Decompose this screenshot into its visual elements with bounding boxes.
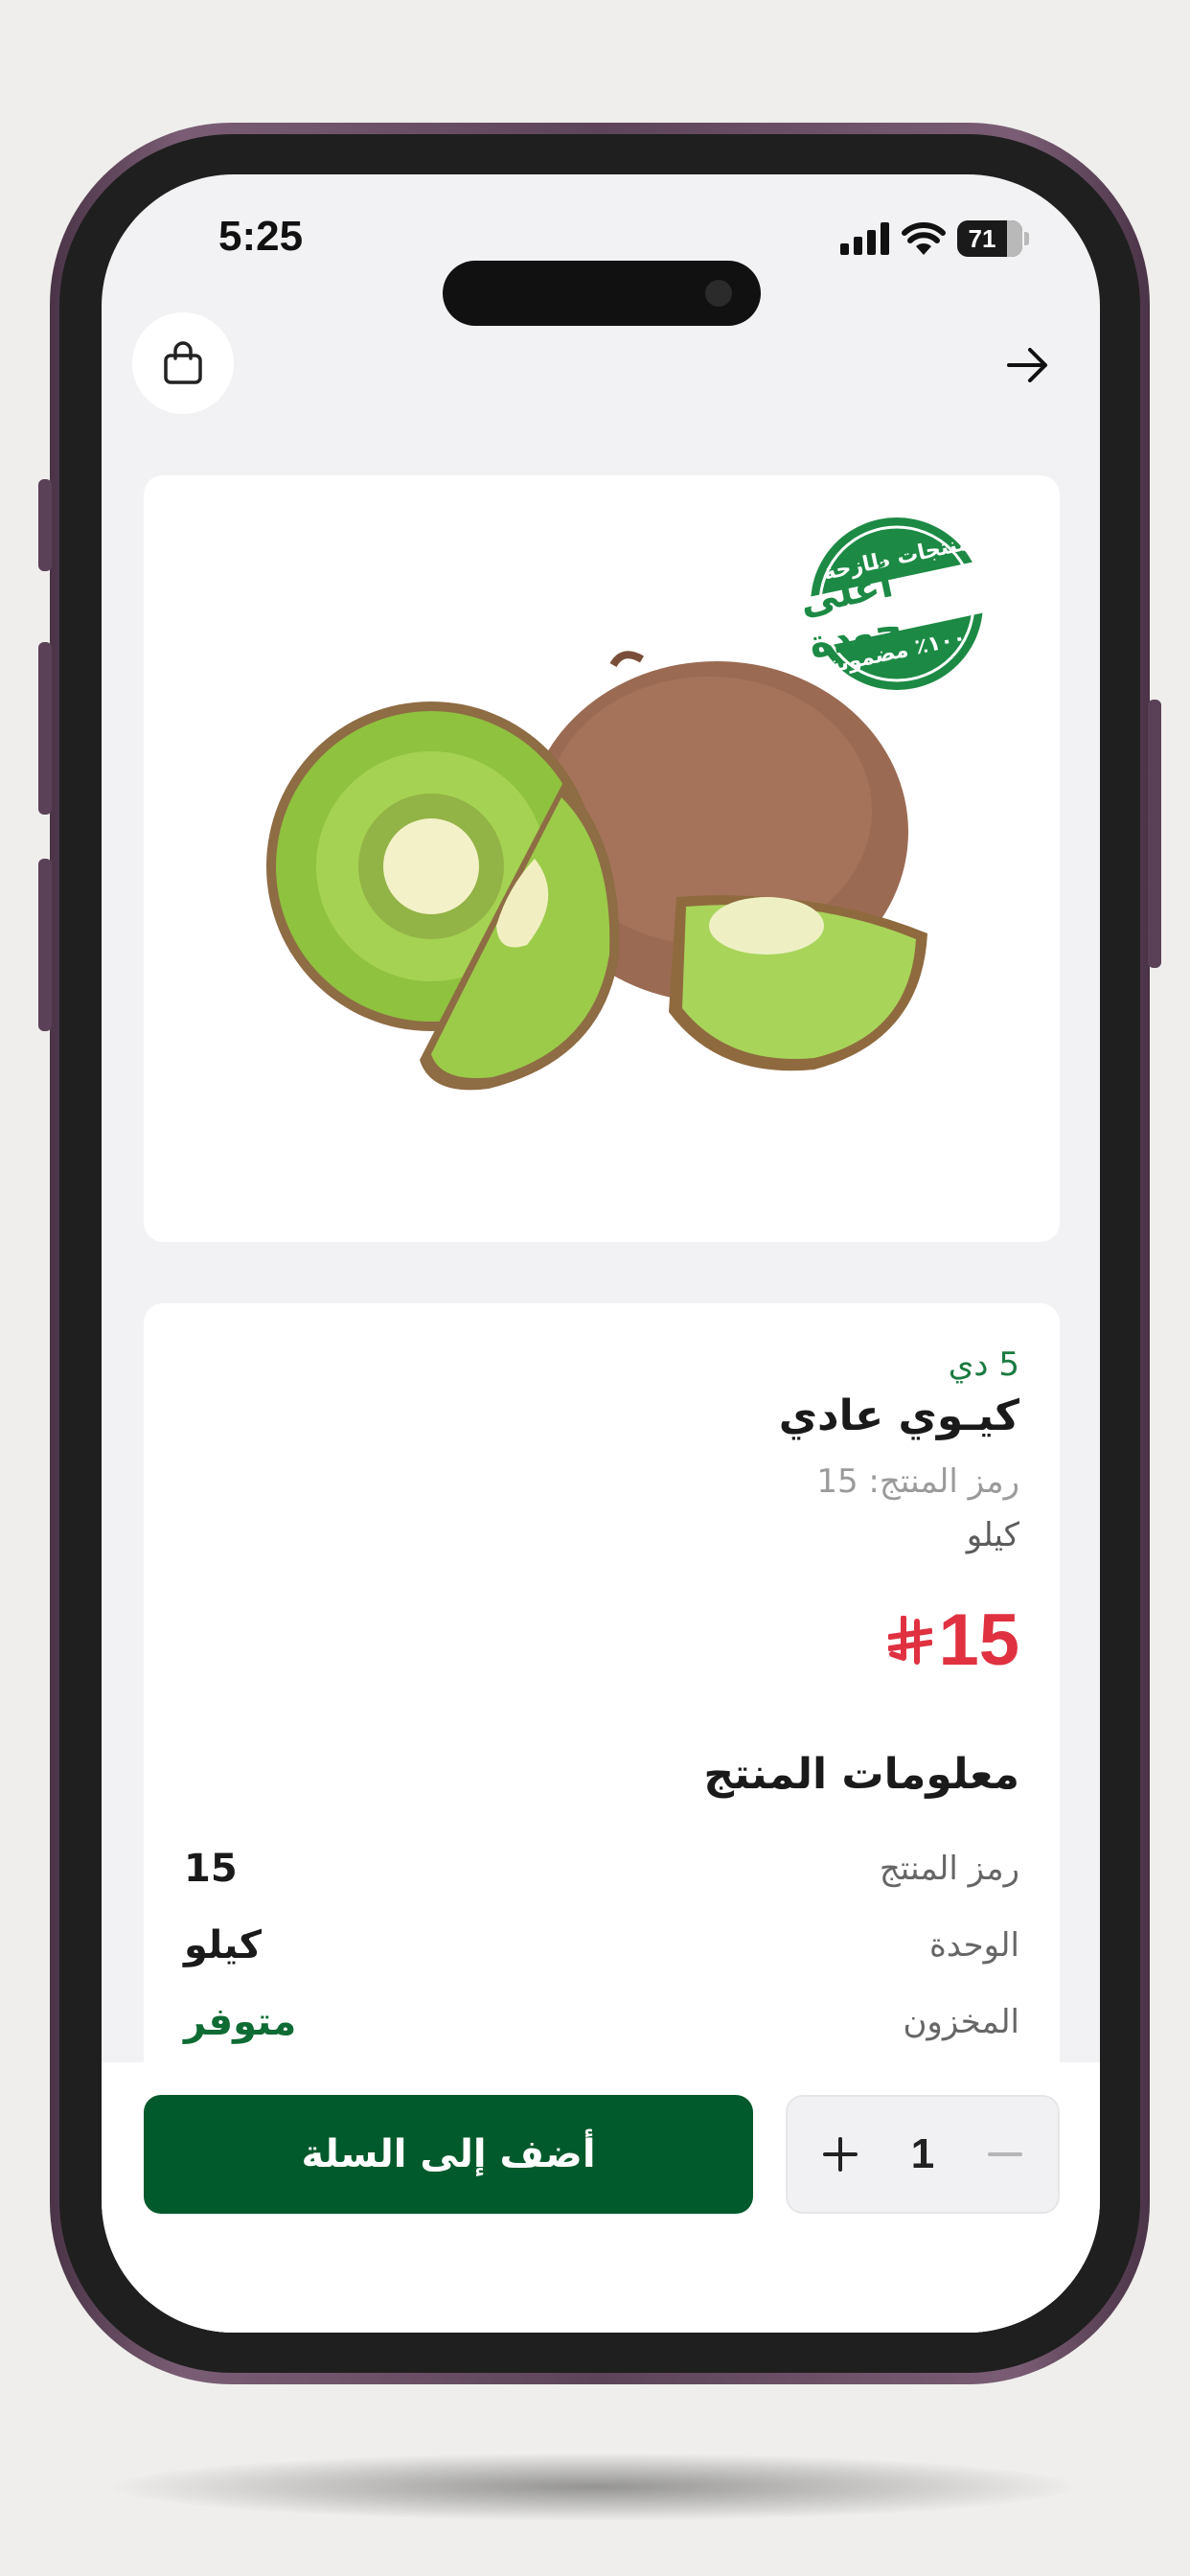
info-value: 15 (184, 1847, 238, 1891)
arrow-right-icon (1007, 348, 1047, 382)
app-screen: 5:25 71 منتجات طازجة أعلى جودة ١٠٠٪ مضمو… (102, 174, 1100, 2333)
volume-down-button (38, 859, 52, 1031)
increment-button[interactable] (807, 2121, 874, 2188)
back-button[interactable] (995, 332, 1062, 399)
decrement-button[interactable] (972, 2121, 1039, 2188)
wifi-icon (902, 222, 946, 255)
status-time: 5:25 (218, 213, 304, 260)
product-image-card: منتجات طازجة أعلى جودة ١٠٠٪ مضمونة (144, 475, 1060, 1242)
info-row-unit: كيلو الوحدة (184, 1917, 1019, 1974)
brand-label: 5 دي (948, 1346, 1019, 1384)
riyal-currency-icon (888, 1615, 933, 1665)
device-shadow (115, 2453, 1073, 2520)
info-label: رمز المنتج (879, 1850, 1019, 1888)
product-unit: كيلو (966, 1516, 1019, 1554)
quantity-stepper: 1 (786, 2095, 1060, 2214)
product-name: كيـوي عادي (778, 1392, 1019, 1440)
info-label: الوحدة (928, 1926, 1019, 1965)
info-row-code: 15 رمز المنتج (184, 1840, 1019, 1898)
product-info-title: معلومات المنتج (703, 1750, 1019, 1799)
power-button (1148, 700, 1161, 968)
product-code: رمز المنتج: 15 (816, 1462, 1019, 1501)
battery-icon: 71 (957, 220, 1022, 257)
plus-icon (823, 2137, 858, 2172)
stock-status: متوفر (184, 2000, 297, 2044)
cart-button[interactable] (132, 312, 234, 414)
status-icons: 71 (840, 217, 1029, 261)
add-to-cart-button[interactable]: أضف إلى السلة (144, 2095, 753, 2214)
dynamic-island (443, 261, 761, 326)
mute-switch (38, 479, 52, 571)
bottom-action-bar: أضف إلى السلة 1 (102, 2062, 1100, 2333)
price-value: 15 (938, 1599, 1019, 1681)
battery-level: 71 (968, 223, 996, 253)
volume-up-button (38, 642, 52, 815)
minus-icon (987, 2152, 1022, 2156)
quality-badge: منتجات طازجة أعلى جودة ١٠٠٪ مضمونة (791, 498, 1002, 709)
shopping-bag-icon (164, 341, 202, 384)
price: 15 (888, 1598, 1019, 1682)
info-value: كيلو (184, 1923, 262, 1967)
signal-icon (840, 222, 889, 255)
info-row-stock: متوفر المخزون (184, 1993, 1019, 2051)
quantity-value: 1 (910, 2130, 935, 2177)
info-label: المخزون (903, 2003, 1019, 2041)
